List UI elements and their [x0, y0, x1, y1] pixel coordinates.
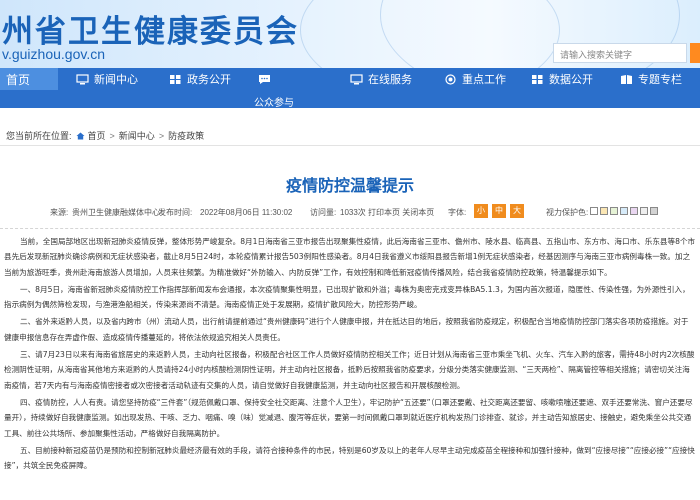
header-banner: 州省卫生健康委员会 v.guizhou.gov.cn 请输入搜索关键字	[0, 0, 700, 68]
meta-divider	[0, 228, 700, 229]
eye-color-swatch[interactable]	[610, 207, 618, 215]
nav-gov-affairs-label: 政务公开	[187, 74, 231, 86]
nav-gov-affairs[interactable]: 政务公开	[169, 68, 231, 90]
article-paragraph: 三、请7月23日以来有海南省旅居史的来返黔人员，主动向社区报备，积极配合社区工作…	[4, 350, 695, 390]
nav-special-topics[interactable]: 专题专栏	[620, 68, 682, 90]
nav-online-service[interactable]: 在线服务	[350, 68, 412, 90]
target-icon	[445, 73, 456, 85]
published-label: 发布时间:	[158, 208, 193, 217]
chat-icon	[259, 74, 270, 84]
font-size-label: 字体:	[448, 208, 467, 217]
nav-home[interactable]: 首页	[0, 68, 58, 90]
eye-color-swatch[interactable]	[620, 207, 628, 215]
article-paragraph: 五、目前接种新冠疫苗仍是预防和控制新冠肺炎最经济最有效的手段，请符合接种条件的市…	[4, 445, 695, 471]
site-title: 州省卫生健康委员会	[2, 14, 299, 50]
nav-key-work-label: 重点工作	[462, 74, 506, 86]
font-large-button[interactable]: 大	[510, 204, 524, 218]
book-icon	[621, 74, 632, 84]
article-paragraph: 一、8月5日，海南省新冠肺炎疫情防控工作指挥部新闻发布会通报，本次疫情聚集性明显…	[4, 284, 690, 310]
eye-color-swatch[interactable]	[600, 207, 608, 215]
nav-key-work[interactable]: 重点工作	[444, 68, 506, 90]
eye-color-swatch[interactable]	[640, 207, 648, 215]
published-value: 2022年08月06日 11:30:02	[200, 208, 293, 217]
breadcrumb-news[interactable]: 新闻中心	[119, 129, 155, 142]
article-paragraph: 当前，全国局部地区出现新冠肺炎疫情反弹，整体形势严峻复杂。8月1日海南省三亚市报…	[4, 237, 696, 277]
breadcrumb-separator: >	[109, 130, 115, 141]
site-url: v.guizhou.gov.cn	[2, 46, 105, 62]
monitor-icon	[76, 73, 89, 84]
font-small-button[interactable]: 小	[474, 204, 488, 218]
article-meta: 来源: 贵州卫生健康融媒体中心 发布时间: 2022年08月06日 11:30:…	[0, 203, 700, 221]
visits-label: 访问量:	[310, 208, 337, 217]
breadcrumb-policy[interactable]: 防疫政策	[168, 129, 204, 142]
search-input[interactable]: 请输入搜索关键字	[553, 43, 687, 63]
nav-public-participation[interactable]	[258, 68, 276, 90]
article-paragraph: 四、疫情防控，人人有责。请您坚持防疫“三件套”（规范佩戴口罩、保持安全社交距离、…	[4, 397, 693, 438]
main-nav: 首页 新闻中心 政务公开 在线服务 重点工作 数据公开 专题专栏 公众参与	[0, 68, 700, 109]
eye-color-swatch[interactable]	[650, 207, 658, 215]
search-button[interactable]	[690, 43, 700, 63]
breadcrumb-home[interactable]: 首页	[88, 129, 106, 142]
article-body: 当前，全国局部地区出现新冠肺炎疫情反弹，整体形势严峻复杂。8月1日海南省三亚市报…	[0, 234, 700, 475]
visits-value: 1033次	[340, 208, 366, 217]
grid-icon	[532, 74, 543, 84]
eye-color-swatch[interactable]	[590, 207, 598, 215]
article-paragraph: 二、省外来返黔人员，以及省内跨市（州）流动人员，出行前请提前通过“贵州健康码”进…	[4, 317, 689, 342]
grid-icon	[170, 74, 181, 84]
nav-data-open[interactable]: 数据公开	[531, 68, 593, 90]
article-title: 疫情防控温馨提示	[285, 176, 414, 195]
eye-color-swatch[interactable]	[630, 207, 638, 215]
nav-data-open-label: 数据公开	[549, 74, 593, 86]
home-icon	[76, 132, 85, 139]
source-value: 贵州卫生健康融媒体中心	[72, 208, 160, 217]
monitor-icon	[350, 73, 363, 84]
nav-public-participation-label[interactable]: 公众参与	[254, 94, 294, 109]
nav-online-service-label: 在线服务	[368, 74, 412, 86]
nav-news[interactable]: 新闻中心	[76, 68, 138, 90]
nav-home-label: 首页	[6, 72, 31, 87]
nav-special-topics-label: 专题专栏	[638, 74, 682, 86]
nav-news-label: 新闻中心	[94, 74, 138, 86]
source-label: 来源:	[50, 208, 69, 217]
breadcrumb: 您当前所在位置: 首页 > 新闻中心 > 防疫政策	[0, 126, 700, 146]
breadcrumb-separator: >	[158, 130, 165, 141]
font-medium-button[interactable]: 中	[492, 204, 506, 218]
eye-protection-label: 视力保护色:	[546, 208, 589, 217]
breadcrumb-prefix: 您当前所在位置:	[6, 131, 72, 141]
print-close-links[interactable]: 打印本页 关闭本页	[368, 207, 434, 218]
